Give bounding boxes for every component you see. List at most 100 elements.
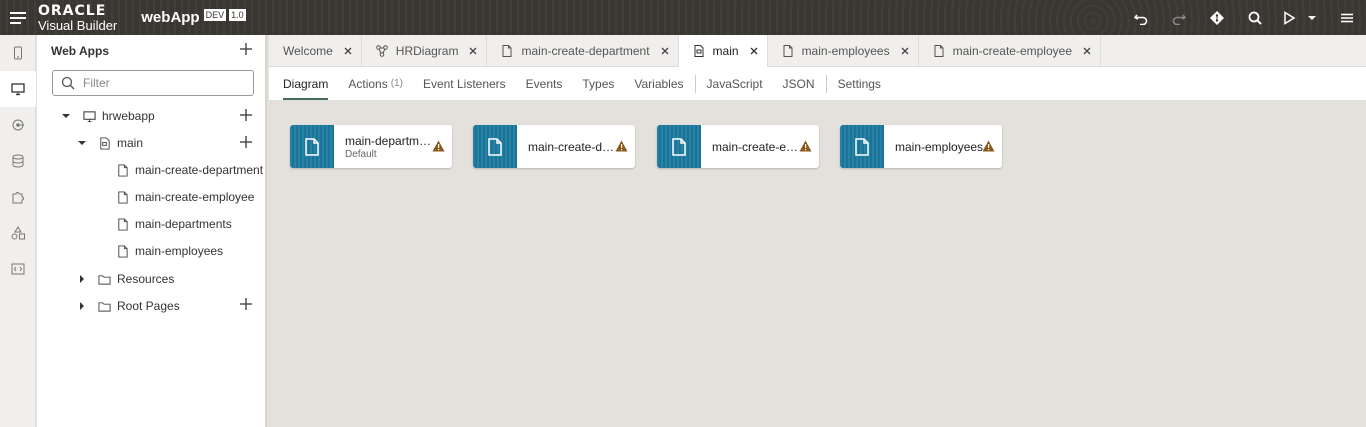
mobile-apps-button[interactable] — [0, 35, 36, 71]
web-apps-button[interactable] — [0, 71, 36, 107]
code-icon — [11, 263, 25, 275]
desktop-icon — [11, 83, 25, 96]
warning-icon[interactable] — [982, 140, 995, 152]
git-button[interactable] — [1198, 0, 1236, 35]
subtab-types[interactable]: Types — [572, 67, 624, 101]
filter-input[interactable] — [83, 76, 243, 90]
tree-item-hrwebapp[interactable]: hrwebapp — [61, 107, 155, 125]
close-icon[interactable] — [900, 46, 910, 56]
mobile-icon — [14, 46, 22, 60]
close-icon[interactable] — [468, 46, 478, 56]
run-button[interactable] — [1274, 0, 1304, 35]
tree-item-page[interactable]: main-create-department — [116, 161, 268, 179]
tree-item-resources[interactable]: Resources — [77, 270, 174, 288]
close-icon[interactable] — [1082, 46, 1092, 56]
flow-icon — [100, 136, 110, 150]
menu-icon — [1341, 13, 1353, 22]
services-button[interactable] — [0, 107, 36, 143]
tab-main[interactable]: main — [678, 35, 768, 67]
business-objects-button[interactable] — [0, 143, 36, 179]
tab-label: main-create-employee — [952, 44, 1072, 58]
page-card-icon — [840, 125, 884, 168]
page-icon — [118, 163, 128, 177]
tree-item-page[interactable]: main-employees — [116, 242, 223, 260]
tree-label: main-create-employee — [135, 190, 255, 204]
subtab-label: JavaScript — [706, 76, 763, 91]
subtab-actions[interactable]: Actions (1) — [338, 67, 413, 101]
tab-label: HRDiagram — [395, 44, 459, 58]
hamburger-menu-button[interactable] — [0, 0, 36, 35]
subtab-events[interactable]: Events — [516, 67, 573, 101]
version-badge: 1.0 — [229, 8, 246, 21]
tab-hrdiagram[interactable]: HRDiagram — [362, 35, 488, 67]
page-card-name: main-employees — [895, 139, 984, 154]
services-icon — [12, 119, 24, 131]
diagram-icon — [375, 45, 388, 57]
page-card-icon — [657, 125, 701, 168]
close-icon[interactable] — [343, 46, 353, 56]
undo-icon — [1134, 14, 1148, 25]
tree-item-main[interactable]: main — [77, 134, 143, 152]
components-button[interactable] — [0, 179, 36, 215]
add-root-page-icon[interactable] — [239, 297, 253, 311]
close-icon[interactable] — [749, 46, 759, 56]
page-icon — [305, 137, 319, 156]
caret-right-icon[interactable] — [77, 301, 87, 311]
app-header: ORACLE Visual Builder webApp DEV 1.0 — [0, 0, 1366, 35]
subtab-json[interactable]: JSON — [773, 67, 825, 101]
page-icon — [118, 190, 128, 204]
subtab-event-listeners[interactable]: Event Listeners — [413, 67, 516, 101]
warning-icon[interactable] — [799, 140, 812, 152]
tree-item-page[interactable]: main-create-employee — [116, 188, 268, 206]
add-flow-icon[interactable] — [239, 108, 253, 122]
folder-icon — [98, 301, 111, 312]
page-card-main-create-employee[interactable]: main-create-employee — [657, 125, 819, 168]
add-web-app-icon[interactable] — [239, 42, 253, 56]
add-page-icon[interactable] — [239, 135, 253, 149]
undo-button[interactable] — [1122, 0, 1160, 35]
page-icon — [118, 217, 128, 231]
page-card-main-employees[interactable]: main-employees — [840, 125, 1002, 168]
subtab-variables[interactable]: Variables — [624, 67, 693, 101]
subtab-label: Events — [525, 76, 563, 91]
tab-welcome[interactable]: Welcome — [269, 35, 362, 67]
warning-icon[interactable] — [432, 140, 445, 152]
subtab-settings[interactable]: Settings — [828, 67, 891, 101]
more-menu-button[interactable] — [1328, 0, 1366, 35]
page-icon — [488, 137, 502, 156]
tree-label: main — [117, 136, 144, 150]
search-icon — [1248, 11, 1262, 25]
processes-button[interactable] — [0, 215, 36, 251]
close-icon[interactable] — [660, 46, 670, 56]
page-card-main-create-department[interactable]: main-create-department — [473, 125, 635, 168]
filter-field[interactable] — [52, 70, 254, 96]
subtab-diagram[interactable]: Diagram — [269, 67, 338, 101]
tab-main-create-employee[interactable]: main-create-employee — [919, 35, 1101, 67]
source-view-button[interactable] — [0, 251, 36, 287]
database-icon — [12, 154, 24, 168]
tab-main-employees[interactable]: main-employees — [768, 35, 919, 67]
search-button[interactable] — [1236, 0, 1274, 35]
tree-item-page[interactable]: main-departments — [116, 215, 232, 233]
tree-label: Root Pages — [117, 299, 180, 313]
puzzle-icon — [12, 192, 24, 204]
search-icon — [61, 76, 75, 90]
diagram-canvas[interactable]: main-departments Default main-create-dep… — [269, 101, 1366, 427]
oracle-logo: ORACLE Visual Builder — [38, 4, 117, 32]
caret-down-icon — [1308, 15, 1316, 20]
warning-icon[interactable] — [615, 140, 628, 152]
tree-label: hrwebapp — [102, 109, 155, 123]
tab-label: main-employees — [801, 44, 890, 58]
run-options-dropdown[interactable] — [1304, 0, 1320, 35]
redo-button[interactable] — [1160, 0, 1198, 35]
subtab-label: Event Listeners — [422, 76, 506, 91]
tab-main-create-department[interactable]: main-create-department — [487, 35, 679, 67]
caret-right-icon[interactable] — [77, 274, 87, 284]
page-card-main-departments[interactable]: main-departments Default — [290, 125, 452, 168]
tree-item-root-pages[interactable]: Root Pages — [77, 297, 180, 315]
subtab-javascript[interactable]: JavaScript — [697, 67, 773, 101]
tree-label: main-departments — [135, 217, 232, 231]
caret-down-icon[interactable] — [61, 111, 71, 121]
redo-icon — [1172, 14, 1186, 25]
caret-down-icon[interactable] — [77, 138, 87, 148]
